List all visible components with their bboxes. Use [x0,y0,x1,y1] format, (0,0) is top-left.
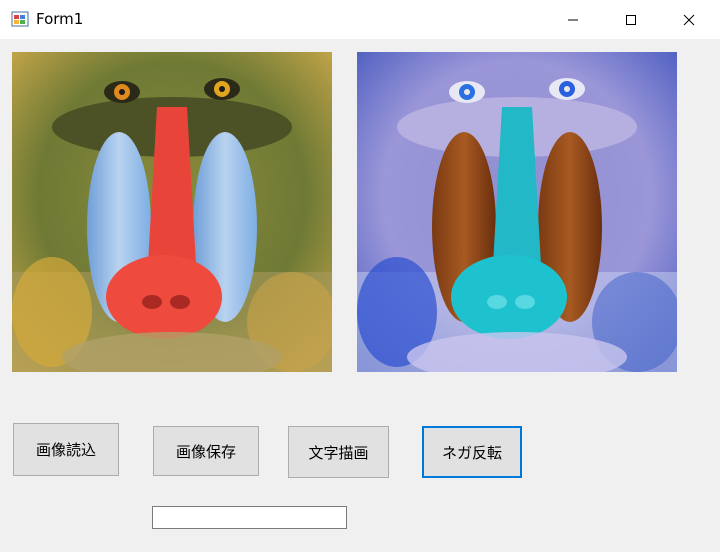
draw-text-button[interactable]: 文字描画 [288,426,389,478]
close-icon [683,14,695,25]
minimize-button[interactable] [544,0,602,39]
maximize-icon [626,14,636,25]
app-icon [11,11,29,27]
mandrill-photo-negative [357,52,677,372]
window-title: Form1 [36,10,84,28]
negate-button[interactable]: ネガ反転 [422,426,522,478]
title-bar[interactable]: Form1 [0,0,720,39]
load-image-button[interactable]: 画像読込 [13,423,119,476]
close-button[interactable] [660,0,718,39]
maximize-button[interactable] [602,0,660,39]
text-input[interactable] [152,506,347,529]
mandrill-photo [12,52,332,372]
save-image-button[interactable]: 画像保存 [153,426,259,476]
minimize-icon [568,19,578,20]
negative-picture-box [357,52,677,372]
original-picture-box [12,52,332,372]
